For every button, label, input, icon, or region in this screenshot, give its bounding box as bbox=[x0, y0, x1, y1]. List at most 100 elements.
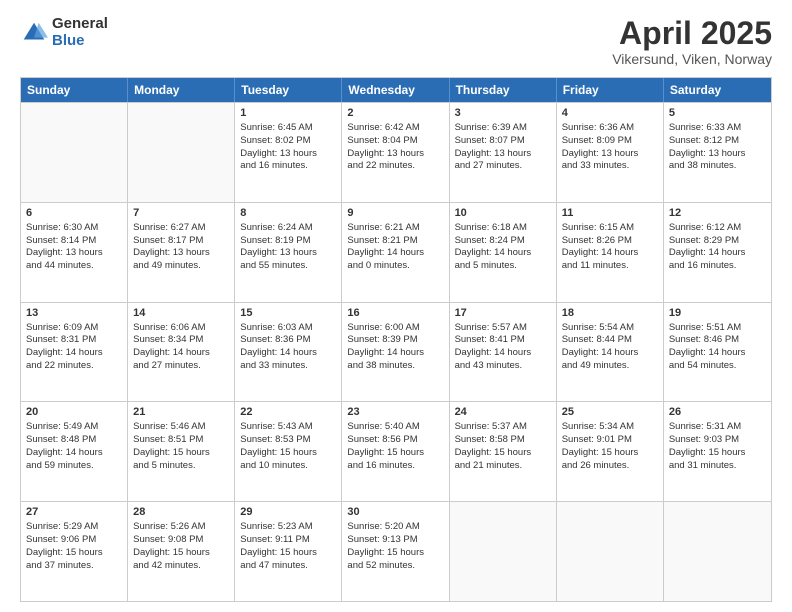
calendar-body: 1Sunrise: 6:45 AM Sunset: 8:02 PM Daylig… bbox=[21, 102, 771, 601]
calendar-cell: 1Sunrise: 6:45 AM Sunset: 8:02 PM Daylig… bbox=[235, 103, 342, 202]
day-info: Sunrise: 6:09 AM Sunset: 8:31 PM Dayligh… bbox=[26, 322, 103, 371]
day-number: 16 bbox=[347, 306, 443, 321]
day-info: Sunrise: 6:42 AM Sunset: 8:04 PM Dayligh… bbox=[347, 122, 424, 171]
day-info: Sunrise: 5:37 AM Sunset: 8:58 PM Dayligh… bbox=[455, 421, 532, 470]
calendar-cell: 11Sunrise: 6:15 AM Sunset: 8:26 PM Dayli… bbox=[557, 203, 664, 302]
day-info: Sunrise: 5:23 AM Sunset: 9:11 PM Dayligh… bbox=[240, 521, 317, 570]
calendar-cell: 6Sunrise: 6:30 AM Sunset: 8:14 PM Daylig… bbox=[21, 203, 128, 302]
calendar-cell: 15Sunrise: 6:03 AM Sunset: 8:36 PM Dayli… bbox=[235, 303, 342, 402]
day-number: 21 bbox=[133, 405, 229, 420]
day-number: 22 bbox=[240, 405, 336, 420]
calendar-cell: 17Sunrise: 5:57 AM Sunset: 8:41 PM Dayli… bbox=[450, 303, 557, 402]
day-info: Sunrise: 6:15 AM Sunset: 8:26 PM Dayligh… bbox=[562, 222, 639, 271]
calendar-cell bbox=[557, 502, 664, 601]
day-info: Sunrise: 5:40 AM Sunset: 8:56 PM Dayligh… bbox=[347, 421, 424, 470]
calendar-cell: 7Sunrise: 6:27 AM Sunset: 8:17 PM Daylig… bbox=[128, 203, 235, 302]
day-number: 20 bbox=[26, 405, 122, 420]
day-info: Sunrise: 5:51 AM Sunset: 8:46 PM Dayligh… bbox=[669, 322, 746, 371]
day-number: 15 bbox=[240, 306, 336, 321]
day-number: 1 bbox=[240, 106, 336, 121]
weekday-header: Friday bbox=[557, 78, 664, 102]
calendar-cell: 19Sunrise: 5:51 AM Sunset: 8:46 PM Dayli… bbox=[664, 303, 771, 402]
calendar-cell: 22Sunrise: 5:43 AM Sunset: 8:53 PM Dayli… bbox=[235, 402, 342, 501]
day-info: Sunrise: 6:00 AM Sunset: 8:39 PM Dayligh… bbox=[347, 322, 424, 371]
day-number: 12 bbox=[669, 206, 766, 221]
weekday-header: Monday bbox=[128, 78, 235, 102]
day-info: Sunrise: 6:33 AM Sunset: 8:12 PM Dayligh… bbox=[669, 122, 746, 171]
day-number: 5 bbox=[669, 106, 766, 121]
day-number: 7 bbox=[133, 206, 229, 221]
day-info: Sunrise: 6:06 AM Sunset: 8:34 PM Dayligh… bbox=[133, 322, 210, 371]
main-title: April 2025 bbox=[612, 16, 772, 51]
calendar-cell: 26Sunrise: 5:31 AM Sunset: 9:03 PM Dayli… bbox=[664, 402, 771, 501]
day-number: 13 bbox=[26, 306, 122, 321]
calendar-cell: 3Sunrise: 6:39 AM Sunset: 8:07 PM Daylig… bbox=[450, 103, 557, 202]
page: General Blue April 2025 Vikersund, Viken… bbox=[0, 0, 792, 612]
title-block: April 2025 Vikersund, Viken, Norway bbox=[612, 16, 772, 67]
day-info: Sunrise: 6:24 AM Sunset: 8:19 PM Dayligh… bbox=[240, 222, 317, 271]
day-number: 28 bbox=[133, 505, 229, 520]
logo-text: General Blue bbox=[52, 16, 108, 49]
logo: General Blue bbox=[20, 16, 108, 49]
day-info: Sunrise: 6:27 AM Sunset: 8:17 PM Dayligh… bbox=[133, 222, 210, 271]
day-number: 9 bbox=[347, 206, 443, 221]
day-info: Sunrise: 6:36 AM Sunset: 8:09 PM Dayligh… bbox=[562, 122, 639, 171]
day-info: Sunrise: 5:43 AM Sunset: 8:53 PM Dayligh… bbox=[240, 421, 317, 470]
calendar-row: 20Sunrise: 5:49 AM Sunset: 8:48 PM Dayli… bbox=[21, 401, 771, 501]
day-info: Sunrise: 5:20 AM Sunset: 9:13 PM Dayligh… bbox=[347, 521, 424, 570]
day-info: Sunrise: 5:26 AM Sunset: 9:08 PM Dayligh… bbox=[133, 521, 210, 570]
calendar-cell bbox=[21, 103, 128, 202]
weekday-header: Thursday bbox=[450, 78, 557, 102]
day-number: 19 bbox=[669, 306, 766, 321]
calendar-cell: 10Sunrise: 6:18 AM Sunset: 8:24 PM Dayli… bbox=[450, 203, 557, 302]
day-number: 10 bbox=[455, 206, 551, 221]
calendar-cell: 28Sunrise: 5:26 AM Sunset: 9:08 PM Dayli… bbox=[128, 502, 235, 601]
day-number: 18 bbox=[562, 306, 658, 321]
calendar-cell: 12Sunrise: 6:12 AM Sunset: 8:29 PM Dayli… bbox=[664, 203, 771, 302]
calendar-cell: 5Sunrise: 6:33 AM Sunset: 8:12 PM Daylig… bbox=[664, 103, 771, 202]
weekday-header: Saturday bbox=[664, 78, 771, 102]
calendar-cell: 27Sunrise: 5:29 AM Sunset: 9:06 PM Dayli… bbox=[21, 502, 128, 601]
day-info: Sunrise: 5:29 AM Sunset: 9:06 PM Dayligh… bbox=[26, 521, 103, 570]
calendar-cell bbox=[450, 502, 557, 601]
calendar-cell: 21Sunrise: 5:46 AM Sunset: 8:51 PM Dayli… bbox=[128, 402, 235, 501]
day-number: 6 bbox=[26, 206, 122, 221]
day-info: Sunrise: 6:21 AM Sunset: 8:21 PM Dayligh… bbox=[347, 222, 424, 271]
calendar-cell: 29Sunrise: 5:23 AM Sunset: 9:11 PM Dayli… bbox=[235, 502, 342, 601]
day-number: 17 bbox=[455, 306, 551, 321]
day-number: 25 bbox=[562, 405, 658, 420]
calendar-row: 6Sunrise: 6:30 AM Sunset: 8:14 PM Daylig… bbox=[21, 202, 771, 302]
day-number: 29 bbox=[240, 505, 336, 520]
logo-icon bbox=[20, 19, 48, 47]
day-info: Sunrise: 6:45 AM Sunset: 8:02 PM Dayligh… bbox=[240, 122, 317, 171]
calendar-cell: 9Sunrise: 6:21 AM Sunset: 8:21 PM Daylig… bbox=[342, 203, 449, 302]
day-info: Sunrise: 5:57 AM Sunset: 8:41 PM Dayligh… bbox=[455, 322, 532, 371]
day-info: Sunrise: 6:18 AM Sunset: 8:24 PM Dayligh… bbox=[455, 222, 532, 271]
day-number: 4 bbox=[562, 106, 658, 121]
calendar-cell: 8Sunrise: 6:24 AM Sunset: 8:19 PM Daylig… bbox=[235, 203, 342, 302]
calendar: SundayMondayTuesdayWednesdayThursdayFrid… bbox=[20, 77, 772, 602]
calendar-cell: 24Sunrise: 5:37 AM Sunset: 8:58 PM Dayli… bbox=[450, 402, 557, 501]
day-number: 23 bbox=[347, 405, 443, 420]
calendar-cell: 16Sunrise: 6:00 AM Sunset: 8:39 PM Dayli… bbox=[342, 303, 449, 402]
day-info: Sunrise: 6:39 AM Sunset: 8:07 PM Dayligh… bbox=[455, 122, 532, 171]
day-info: Sunrise: 5:49 AM Sunset: 8:48 PM Dayligh… bbox=[26, 421, 103, 470]
weekday-header: Wednesday bbox=[342, 78, 449, 102]
day-number: 24 bbox=[455, 405, 551, 420]
day-info: Sunrise: 6:12 AM Sunset: 8:29 PM Dayligh… bbox=[669, 222, 746, 271]
calendar-cell: 23Sunrise: 5:40 AM Sunset: 8:56 PM Dayli… bbox=[342, 402, 449, 501]
calendar-cell: 4Sunrise: 6:36 AM Sunset: 8:09 PM Daylig… bbox=[557, 103, 664, 202]
day-number: 27 bbox=[26, 505, 122, 520]
calendar-cell: 25Sunrise: 5:34 AM Sunset: 9:01 PM Dayli… bbox=[557, 402, 664, 501]
logo-general: General bbox=[52, 16, 108, 33]
calendar-cell: 14Sunrise: 6:06 AM Sunset: 8:34 PM Dayli… bbox=[128, 303, 235, 402]
day-info: Sunrise: 6:30 AM Sunset: 8:14 PM Dayligh… bbox=[26, 222, 103, 271]
weekday-header: Tuesday bbox=[235, 78, 342, 102]
calendar-header: SundayMondayTuesdayWednesdayThursdayFrid… bbox=[21, 78, 771, 102]
day-number: 2 bbox=[347, 106, 443, 121]
calendar-cell: 2Sunrise: 6:42 AM Sunset: 8:04 PM Daylig… bbox=[342, 103, 449, 202]
calendar-cell: 20Sunrise: 5:49 AM Sunset: 8:48 PM Dayli… bbox=[21, 402, 128, 501]
weekday-header: Sunday bbox=[21, 78, 128, 102]
calendar-cell: 18Sunrise: 5:54 AM Sunset: 8:44 PM Dayli… bbox=[557, 303, 664, 402]
calendar-row: 1Sunrise: 6:45 AM Sunset: 8:02 PM Daylig… bbox=[21, 102, 771, 202]
